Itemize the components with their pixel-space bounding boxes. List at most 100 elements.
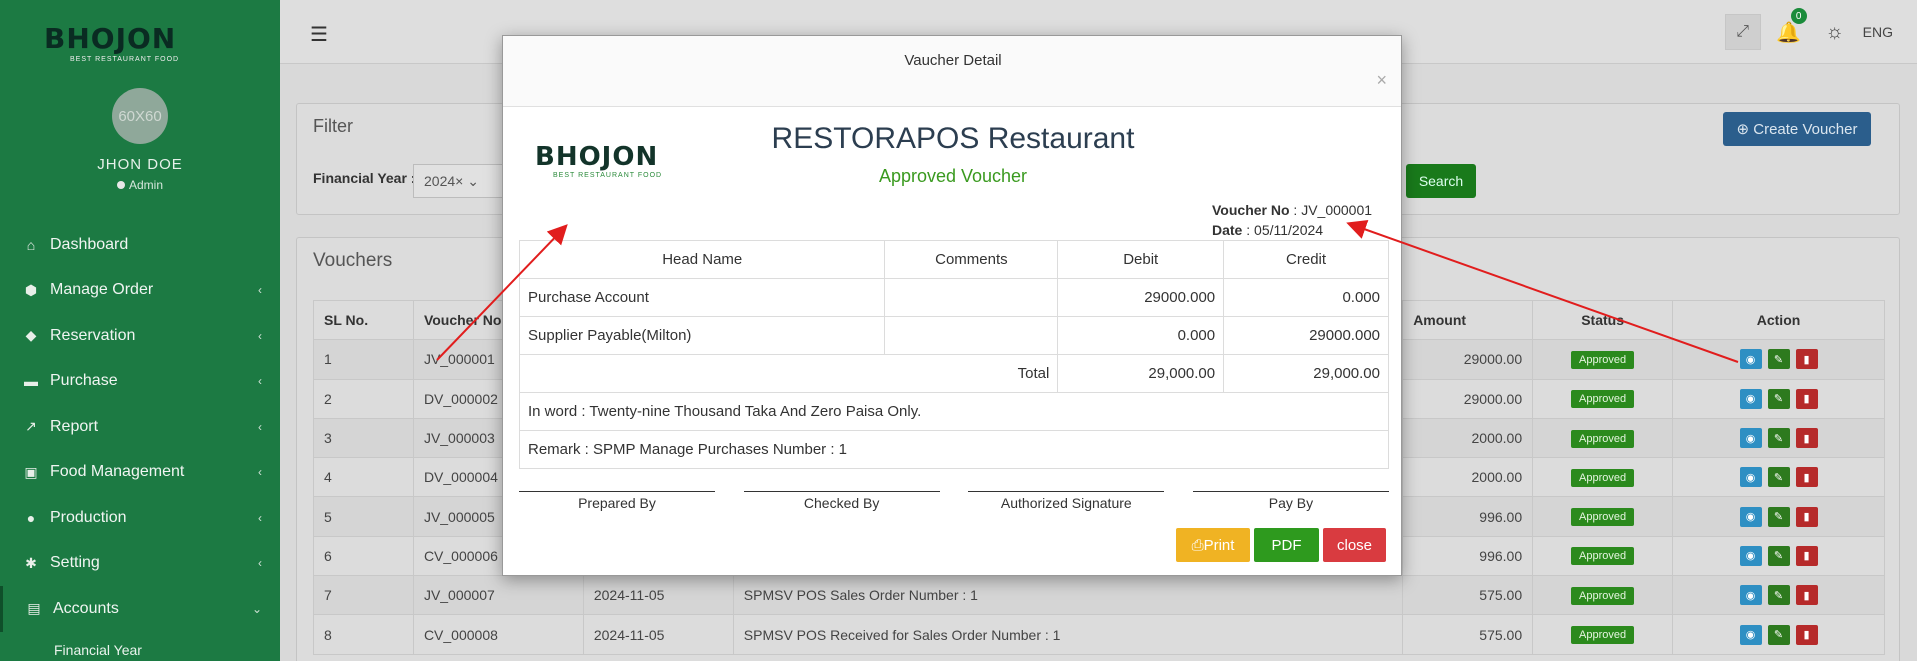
action-buttons: ◉ ✎ ▮	[1683, 545, 1874, 566]
edit-button[interactable]: ✎	[1767, 388, 1790, 409]
trash-icon: ▮	[1803, 629, 1810, 642]
sl-cell: 1	[313, 339, 414, 380]
sidebar-item-purchase[interactable]: ▬ Purchase ‹	[0, 359, 280, 405]
close-icon[interactable]: ×	[1376, 70, 1387, 91]
sidebar-subitem-financial-year[interactable]: Financial Year	[0, 632, 280, 661]
col-header: Amount	[1402, 299, 1534, 341]
action-buttons: ◉ ✎ ▮	[1683, 506, 1874, 527]
pencil-icon: ✎	[1773, 550, 1784, 563]
topbar-actions: ⤢ 🔔 0 ☼ ENG	[1724, 8, 1893, 50]
search-button[interactable]: Search	[1406, 164, 1476, 198]
voucher-no-link[interactable]: JV_000007	[412, 575, 584, 616]
in-word-row: In word : Twenty-nine Thousand Taka And …	[519, 392, 1389, 431]
view-button[interactable]: ◉	[1739, 545, 1762, 566]
sidebar-item-food-management[interactable]: ▣ Food Management ‹	[0, 450, 280, 496]
edit-button[interactable]: ✎	[1767, 585, 1790, 606]
sidebar-item-reservation[interactable]: ◆ Reservation ‹	[0, 313, 280, 359]
delete-button[interactable]: ▮	[1795, 545, 1818, 566]
view-button[interactable]: ◉	[1739, 428, 1762, 449]
credit-cell: 0.000	[1223, 278, 1389, 317]
action-cell: ◉ ✎ ▮	[1672, 496, 1885, 537]
signature-pay-by: Pay By	[1192, 491, 1389, 511]
close-button[interactable]: close	[1323, 528, 1386, 562]
online-dot-icon	[116, 181, 125, 189]
sl-cell: 3	[313, 417, 414, 459]
col-header: Action	[1672, 299, 1885, 341]
action-buttons: ◉ ✎ ▮	[1683, 585, 1874, 606]
view-button[interactable]: ◉	[1739, 388, 1762, 409]
sidebar-item-production[interactable]: ● Production ‹	[0, 495, 280, 541]
sl-cell: 4	[313, 457, 414, 498]
notification-bell[interactable]: 🔔 0	[1771, 8, 1807, 50]
status-cell: Approved	[1532, 339, 1674, 380]
delete-button[interactable]: ▮	[1795, 349, 1818, 370]
sl-cell: 5	[313, 496, 414, 537]
sidebar-item-accounts[interactable]: ▤ Accounts ⌄	[0, 586, 280, 632]
eye-icon: ◉	[1745, 393, 1756, 406]
sidebar-item-report[interactable]: ↗ Report ‹	[0, 404, 280, 450]
production-icon: ●	[26, 509, 36, 526]
sidebar-item-dashboard[interactable]: ⌂ Dashboard	[0, 222, 280, 268]
col-header: Debit	[1057, 240, 1225, 279]
pdf-button[interactable]: PDF	[1254, 528, 1319, 562]
view-button[interactable]: ◉	[1739, 624, 1762, 645]
fullscreen-icon[interactable]: ⤢	[1724, 14, 1761, 50]
theme-toggle[interactable]: ☼	[1817, 14, 1853, 50]
signature-row: Prepared By Checked By Authorized Signat…	[519, 491, 1389, 511]
logo-text: BHOJON	[44, 22, 177, 55]
chevron-left-icon: ‹	[258, 419, 262, 434]
table-row: Purchase Account 29000.000 0.000	[518, 278, 1389, 317]
edit-button[interactable]: ✎	[1767, 624, 1790, 645]
pencil-icon: ✎	[1773, 432, 1784, 445]
amount-cell: 29000.00	[1402, 378, 1534, 419]
amount-cell: 2000.00	[1402, 457, 1534, 498]
signature-checked-by: Checked By	[743, 491, 940, 511]
delete-button[interactable]: ▮	[1795, 624, 1818, 645]
box-icon: ▣	[24, 463, 38, 480]
edit-button[interactable]: ✎	[1767, 506, 1790, 527]
delete-button[interactable]: ▮	[1795, 506, 1818, 527]
col-header: SL No.	[313, 299, 414, 341]
user-role: Admin	[0, 178, 280, 192]
amount-cell: 575.00	[1402, 614, 1534, 655]
sl-cell: 2	[313, 378, 414, 419]
voucher-info: Voucher No : JV_000001 Date : 05/11/2024	[1212, 202, 1373, 238]
financial-year-select[interactable]: 2024× ⌄	[413, 164, 503, 198]
view-button[interactable]: ◉	[1739, 349, 1762, 370]
action-cell: ◉ ✎ ▮	[1672, 614, 1885, 655]
hamburger-menu-icon[interactable]: ☰	[310, 22, 328, 47]
create-voucher-button[interactable]: ⊕ Create Voucher	[1723, 112, 1871, 146]
table-row: Supplier Payable(Milton) 0.000 29000.000	[518, 316, 1389, 355]
chart-icon: ↗	[25, 418, 37, 435]
delete-button[interactable]: ▮	[1795, 388, 1818, 409]
edit-button[interactable]: ✎	[1767, 545, 1790, 566]
amount-cell: 996.00	[1402, 496, 1534, 537]
delete-button[interactable]: ▮	[1795, 428, 1818, 449]
status-badge: Approved	[1571, 350, 1635, 369]
status-cell: Approved	[1532, 614, 1674, 655]
delete-button[interactable]: ▮	[1795, 467, 1818, 488]
sidebar-item-manage-order[interactable]: ⬢ Manage Order ‹	[0, 268, 280, 314]
brand-logo[interactable]: BHOJON BEST RESTAURANT FOOD	[44, 14, 204, 63]
eye-icon: ◉	[1745, 432, 1756, 445]
sidebar-item-setting[interactable]: ✱ Setting ‹	[0, 541, 280, 587]
col-header: Head Name	[518, 240, 886, 279]
eye-icon: ◉	[1745, 353, 1756, 366]
edit-button[interactable]: ✎	[1767, 467, 1790, 488]
edit-button[interactable]: ✎	[1767, 349, 1790, 370]
status-badge: Approved	[1571, 547, 1635, 566]
edit-button[interactable]: ✎	[1767, 428, 1790, 449]
cube-icon: ⬢	[24, 281, 38, 298]
sidebar-item-label: Accounts	[53, 599, 119, 617]
language-selector[interactable]: ENG	[1863, 24, 1893, 40]
credit-cell: 29000.000	[1223, 316, 1389, 355]
eye-icon: ◉	[1745, 629, 1756, 642]
notification-count-badge: 0	[1790, 8, 1807, 24]
delete-button[interactable]: ▮	[1795, 585, 1818, 606]
view-button[interactable]: ◉	[1739, 585, 1762, 606]
view-button[interactable]: ◉	[1739, 506, 1762, 527]
trash-icon: ▮	[1803, 432, 1810, 445]
voucher-no-link[interactable]: CV_000008	[412, 614, 584, 655]
view-button[interactable]: ◉	[1739, 467, 1762, 488]
print-button[interactable]: ⎙ Print	[1176, 528, 1250, 562]
